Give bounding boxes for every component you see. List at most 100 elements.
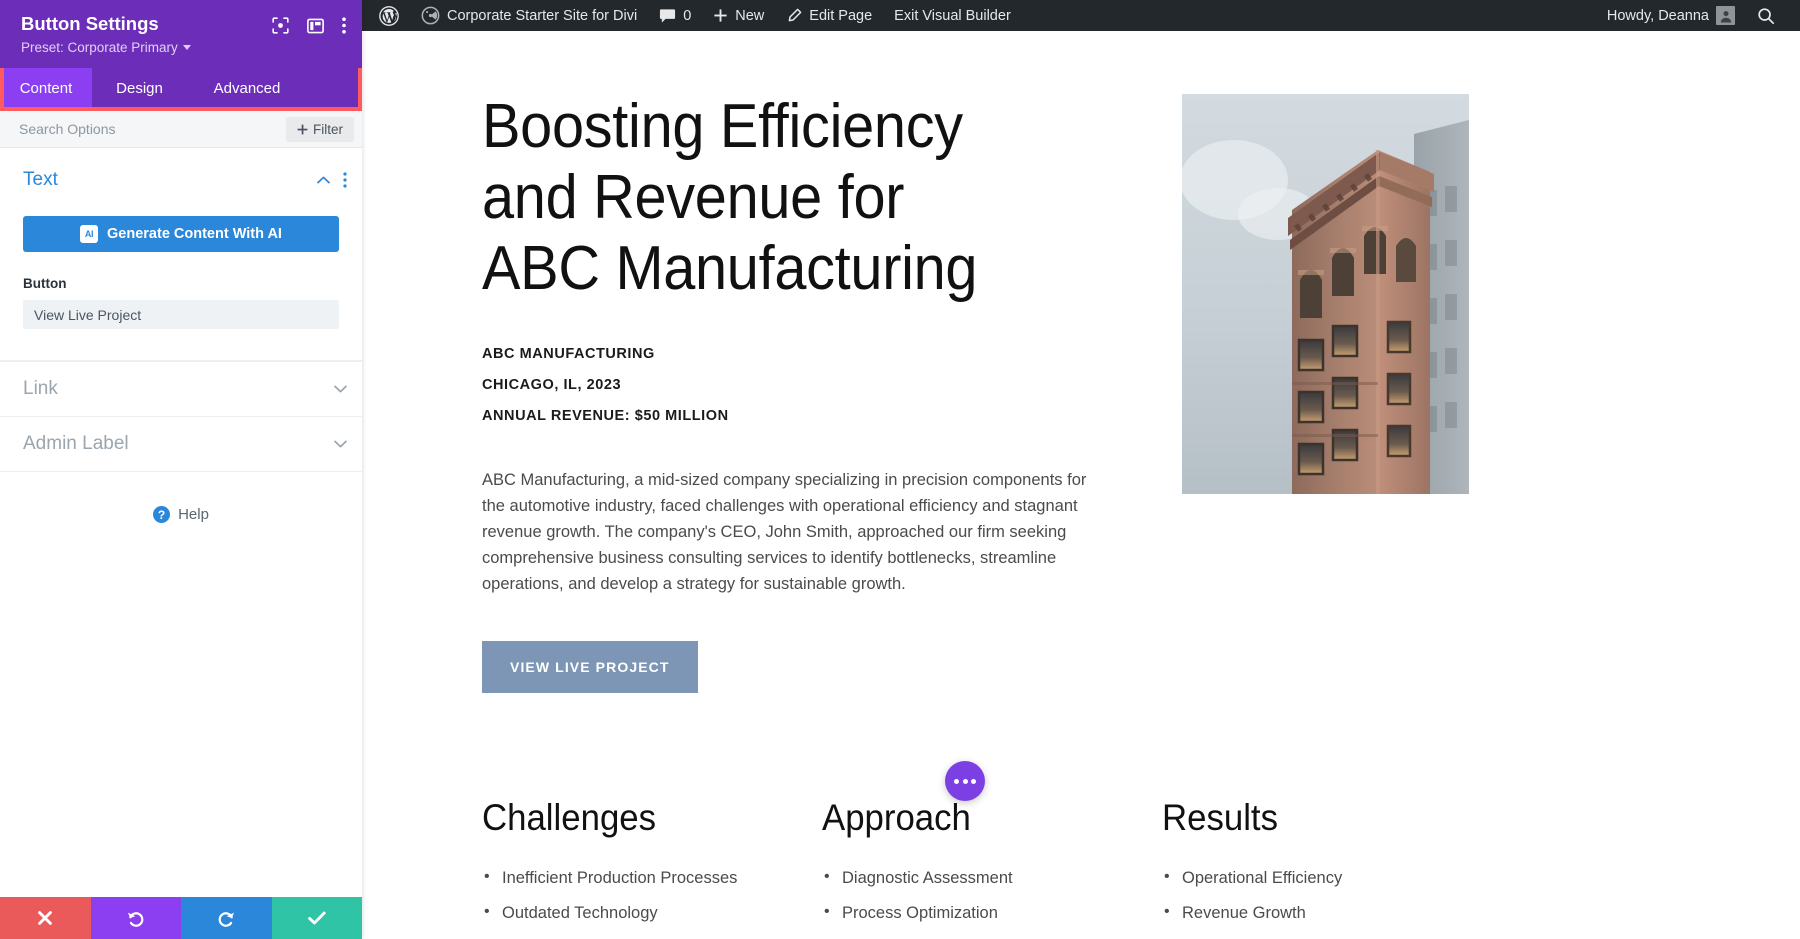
search-options-input[interactable] xyxy=(19,121,286,137)
page-title: Boosting Efficiency and Revenue for ABC … xyxy=(482,92,978,303)
section-admin-label-label: Admin Label xyxy=(23,433,129,454)
search-icon xyxy=(1758,7,1775,24)
meta-location: CHICAGO, IL, 2023 xyxy=(482,377,622,393)
panel-layout-toggle-button[interactable] xyxy=(307,18,324,34)
generate-content-with-ai-button[interactable]: AI Generate Content With AI xyxy=(23,216,339,252)
undo-button[interactable] xyxy=(90,897,181,939)
check-icon xyxy=(307,911,326,925)
preset-selector[interactable]: Preset: Corporate Primary xyxy=(21,40,191,55)
panel-title: Button Settings xyxy=(21,13,159,34)
three-column-section: Challenges Inefficient Production Proces… xyxy=(368,797,1800,939)
edit-page-label: Edit Page xyxy=(809,7,873,24)
list-item: Technology Integration xyxy=(1162,934,1502,939)
discard-changes-button[interactable] xyxy=(0,897,91,939)
screen-root: Boosting Efficiency and Revenue for ABC … xyxy=(0,0,1800,939)
save-changes-button[interactable] xyxy=(271,897,362,939)
section-link-expand-toggle[interactable] xyxy=(334,385,347,393)
kebab-menu-icon xyxy=(342,17,346,34)
new-label: New xyxy=(735,7,765,24)
focus-module-button[interactable] xyxy=(272,17,289,34)
section-admin-label-expand-toggle[interactable] xyxy=(334,440,347,448)
section-collapse-toggle[interactable] xyxy=(317,176,330,184)
project-description: ABC Manufacturing, a mid-sized company s… xyxy=(482,471,1087,593)
redo-icon xyxy=(218,911,234,927)
panel-header-highlighted: Button Settings Preset: Corporate Primar… xyxy=(0,0,362,111)
project-meta-list: ABC MANUFACTURING CHICAGO, IL, 2023 ANNU… xyxy=(482,346,1122,424)
list-item: Diagnostic Assessment xyxy=(822,864,1162,891)
list-item: Outdated Technology xyxy=(482,899,822,926)
kebab-menu-icon xyxy=(343,172,347,188)
generate-ai-label: Generate Content With AI xyxy=(107,226,282,242)
section-text: Text AI Generate Content With AI Button … xyxy=(0,148,362,361)
edit-page-link[interactable]: Edit Page xyxy=(775,0,883,31)
column-list: Inefficient Production Processes Outdate… xyxy=(482,864,822,939)
panel-header: Button Settings Preset: Corporate Primar… xyxy=(0,0,362,68)
hero-section: Boosting Efficiency and Revenue for ABC … xyxy=(368,61,1800,693)
panel-tabs: Content Design Advanced xyxy=(0,68,362,111)
panel-more-menu-button[interactable] xyxy=(342,17,346,34)
filter-button[interactable]: Filter xyxy=(286,116,354,142)
tab-design[interactable]: Design xyxy=(92,68,187,111)
panel-bottom-divider xyxy=(0,471,362,472)
chevron-up-icon xyxy=(317,176,330,184)
user-icon xyxy=(1720,10,1731,22)
dashboard-icon xyxy=(421,6,440,25)
list-item: Technology Upgrade xyxy=(822,934,1162,939)
hero-text-column: Boosting Efficiency and Revenue for ABC … xyxy=(482,61,1122,693)
wordpress-icon xyxy=(379,5,399,26)
comments-menu[interactable]: 0 xyxy=(648,0,702,31)
exit-visual-builder-link[interactable]: Exit Visual Builder xyxy=(883,0,1022,31)
panel-layout-icon xyxy=(307,18,324,33)
column-challenges: Challenges Inefficient Production Proces… xyxy=(482,797,822,939)
tab-content[interactable]: Content xyxy=(0,68,92,111)
new-content-menu[interactable]: New xyxy=(702,0,775,31)
chevron-down-icon xyxy=(182,45,191,50)
view-live-project-button[interactable]: VIEW LIVE PROJECT xyxy=(482,641,698,693)
section-link[interactable]: Link xyxy=(0,361,362,416)
section-text-header[interactable]: Text xyxy=(0,169,362,191)
undo-icon xyxy=(128,911,144,927)
panel-body: Text AI Generate Content With AI Button … xyxy=(0,148,362,897)
account-menu[interactable]: Howdy, Deanna xyxy=(1596,0,1746,31)
plus-icon xyxy=(297,124,308,134)
page-canvas: Boosting Efficiency and Revenue for ABC … xyxy=(368,31,1800,939)
button-text-input[interactable] xyxy=(23,300,339,329)
redo-button[interactable] xyxy=(181,897,272,939)
column-heading: Approach xyxy=(822,797,971,838)
pencil-icon xyxy=(788,8,802,21)
admin-bar-search-button[interactable] xyxy=(1746,0,1786,31)
exit-visual-builder-label: Exit Visual Builder xyxy=(894,7,1011,24)
x-icon xyxy=(38,911,53,925)
section-text-label: Text xyxy=(23,169,58,190)
tab-advanced[interactable]: Advanced xyxy=(187,68,307,111)
chevron-down-icon xyxy=(334,440,347,448)
column-heading: Challenges xyxy=(482,797,657,838)
help-link[interactable]: ? Help xyxy=(0,506,362,523)
list-item: Lack of Strategic Planning xyxy=(482,934,822,939)
comment-count: 0 xyxy=(683,7,692,24)
section-link-label: Link xyxy=(23,378,58,399)
search-options-bar: Filter xyxy=(0,111,362,148)
target-focus-icon xyxy=(272,17,289,34)
site-name-menu[interactable]: Corporate Starter Site for Divi xyxy=(410,0,648,31)
filter-label: Filter xyxy=(313,121,343,137)
divi-floating-menu-button[interactable] xyxy=(945,761,985,801)
button-text-field-group: Button xyxy=(23,276,339,329)
section-more-menu-button[interactable] xyxy=(343,172,347,188)
section-text-tools xyxy=(317,172,347,188)
module-settings-panel: Button Settings Preset: Corporate Primar… xyxy=(0,0,362,939)
list-item: Operational Efficiency xyxy=(1162,864,1502,891)
howdy-label: Howdy, Deanna xyxy=(1606,7,1709,24)
comment-icon xyxy=(660,8,676,23)
section-admin-label[interactable]: Admin Label xyxy=(0,416,362,471)
ai-icon: AI xyxy=(80,225,99,243)
list-item: Process Optimization xyxy=(822,899,1162,926)
wp-logo-menu[interactable] xyxy=(368,0,410,31)
list-item: Inefficient Production Processes xyxy=(482,864,822,891)
column-approach: Approach Diagnostic Assessment Process O… xyxy=(822,797,1162,939)
chevron-down-icon xyxy=(334,385,347,393)
column-results: Results Operational Efficiency Revenue G… xyxy=(1162,797,1502,939)
hero-image-column xyxy=(1182,61,1469,693)
list-item: Revenue Growth xyxy=(1162,899,1502,926)
preset-label: Preset: Corporate Primary xyxy=(21,40,178,55)
